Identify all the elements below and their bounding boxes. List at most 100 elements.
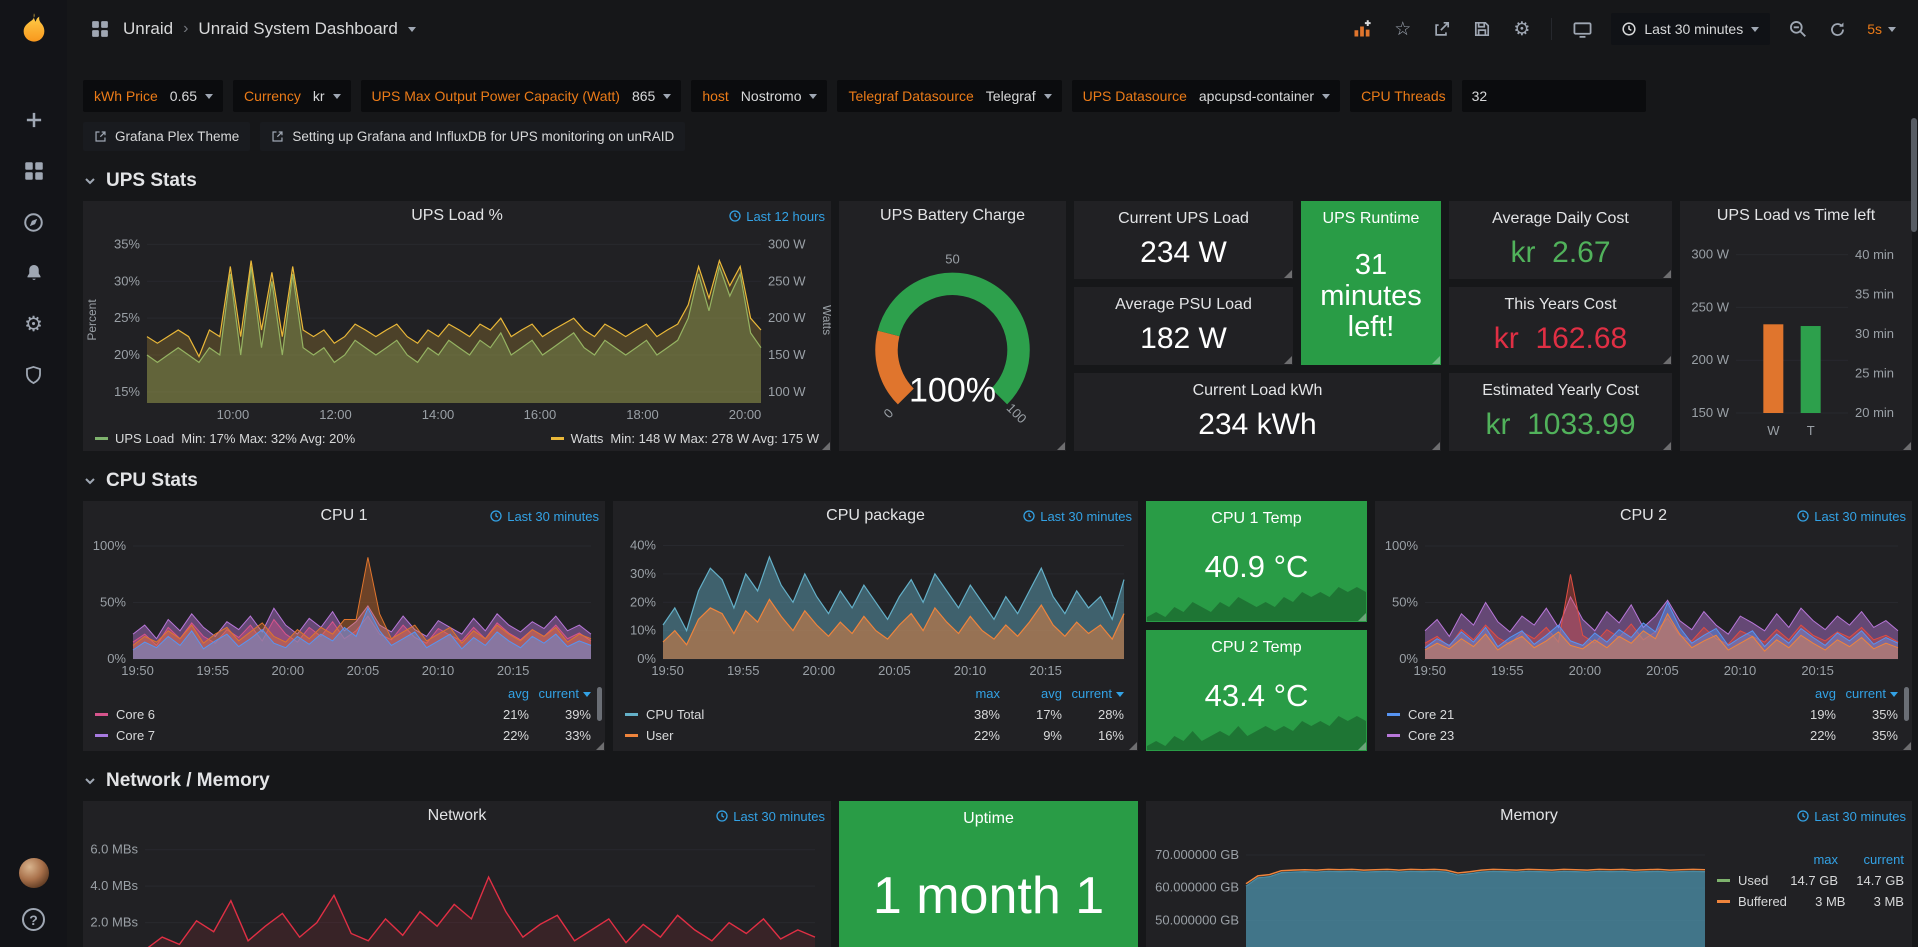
time-range-picker[interactable]: Last 30 minutes bbox=[1611, 13, 1770, 45]
panel-title[interactable]: CPU 2 Temp bbox=[1146, 630, 1367, 657]
section-header-cpu-stats[interactable]: CPU Stats bbox=[83, 470, 198, 492]
chevron-down-icon[interactable] bbox=[408, 27, 416, 36]
dashboard-link-plex-theme[interactable]: Grafana Plex Theme bbox=[83, 122, 250, 151]
ups-load-chart[interactable]: 15%20%25%30%35%100 W150 W200 W250 W300 W… bbox=[83, 231, 831, 425]
variable-ups-max-output[interactable]: UPS Max Output Power Capacity (Watt) 865 bbox=[361, 80, 682, 112]
panel-title[interactable]: CPU 1 Temp bbox=[1146, 501, 1367, 528]
configuration-gear-icon[interactable]: ⚙ bbox=[22, 312, 46, 336]
panel-time-range[interactable]: Last 30 minutes bbox=[490, 501, 599, 531]
legend-header[interactable]: avg bbox=[467, 686, 529, 701]
panel-title[interactable]: Estimated Yearly Cost bbox=[1449, 373, 1672, 400]
legend-header[interactable]: avg bbox=[1774, 686, 1836, 701]
add-panel-icon[interactable] bbox=[1343, 12, 1381, 46]
panel-resize-handle[interactable] bbox=[1358, 742, 1366, 750]
dashboards-icon[interactable] bbox=[22, 159, 46, 183]
cpu-2-chart[interactable]: 0%50%100%19:5019:5520:0020:0520:1020:15 bbox=[1375, 531, 1912, 681]
panel-resize-handle[interactable] bbox=[1284, 356, 1292, 364]
panel-title[interactable]: UPS Runtime bbox=[1301, 201, 1441, 228]
help-icon[interactable] bbox=[22, 908, 45, 931]
panel-resize-handle[interactable] bbox=[1129, 742, 1137, 750]
panel-time-range[interactable]: Last 30 minutes bbox=[716, 801, 825, 831]
panel-resize-handle[interactable] bbox=[1663, 270, 1671, 278]
legend-header-sorted[interactable]: current bbox=[1062, 686, 1124, 701]
grafana-logo[interactable] bbox=[0, 0, 67, 58]
panel-resize-handle[interactable] bbox=[1432, 356, 1440, 364]
legend-header-sorted[interactable]: current bbox=[529, 686, 591, 701]
legend-scrollbar[interactable] bbox=[597, 687, 602, 721]
panel-title[interactable]: CPU 2 bbox=[1620, 507, 1667, 525]
panel-title[interactable]: CPU package bbox=[826, 507, 925, 525]
refresh-interval-picker[interactable]: 5s bbox=[1859, 13, 1904, 45]
svg-text:20:10: 20:10 bbox=[954, 663, 987, 678]
variable-ups-datasource[interactable]: UPS Datasource apcupsd-container bbox=[1072, 80, 1340, 112]
variable-currency[interactable]: Currency kr bbox=[233, 80, 350, 112]
cpu-1-chart[interactable]: 0%50%100%19:5019:5520:0020:0520:1020:15 bbox=[83, 531, 605, 681]
panel-title[interactable]: Average PSU Load bbox=[1074, 287, 1293, 314]
panel-resize-handle[interactable] bbox=[1284, 270, 1292, 278]
panel-resize-handle[interactable] bbox=[1663, 356, 1671, 364]
zoom-out-icon[interactable] bbox=[1780, 12, 1816, 46]
panel-time-range[interactable]: Last 30 minutes bbox=[1023, 501, 1132, 531]
panel-title[interactable]: Uptime bbox=[839, 801, 1138, 828]
panel-title[interactable]: Average Daily Cost bbox=[1449, 201, 1672, 228]
explore-compass-icon[interactable] bbox=[22, 210, 46, 234]
star-icon[interactable]: ☆ bbox=[1385, 12, 1420, 46]
cpu-1-temp-sparkline bbox=[1147, 583, 1366, 621]
legend-header[interactable]: max bbox=[938, 686, 1000, 701]
cpu-package-chart[interactable]: 0%10%20%30%40%19:5019:5520:0020:0520:102… bbox=[613, 531, 1138, 681]
legend-header[interactable]: max bbox=[1772, 852, 1838, 867]
panel-resize-handle[interactable] bbox=[1903, 442, 1911, 450]
panel-title[interactable]: Current Load kWh bbox=[1074, 373, 1441, 400]
panel-title[interactable]: Memory bbox=[1500, 807, 1558, 825]
variable-telegraf-datasource[interactable]: Telegraf Datasource Telegraf bbox=[837, 80, 1061, 112]
settings-gear-icon[interactable]: ⚙ bbox=[1504, 12, 1539, 46]
dashboard-link-ups-monitoring[interactable]: Setting up Grafana and InfluxDB for UPS … bbox=[260, 122, 685, 151]
svg-text:Percent: Percent bbox=[85, 299, 99, 341]
cpu-threads-input[interactable]: 32 bbox=[1462, 80, 1646, 112]
page-scrollbar[interactable] bbox=[1911, 118, 1917, 232]
panel-resize-handle[interactable] bbox=[1432, 442, 1440, 450]
breadcrumb-app[interactable]: Unraid bbox=[123, 19, 173, 39]
panel-time-range[interactable]: Last 30 minutes bbox=[1797, 501, 1906, 531]
share-icon[interactable] bbox=[1424, 12, 1460, 46]
create-plus-icon[interactable] bbox=[22, 108, 46, 132]
panel-title[interactable]: UPS Load % bbox=[411, 207, 503, 225]
network-chart[interactable]: 2.0 MBs4.0 MBs6.0 MBs bbox=[83, 831, 831, 947]
ups-load-vs-time-bar-chart[interactable]: 150 W200 W250 W300 W20 min25 min30 min35… bbox=[1680, 231, 1912, 451]
panel-resize-handle[interactable] bbox=[596, 742, 604, 750]
legend-item[interactable]: Watts Min: 148 W Max: 278 W Avg: 175 W bbox=[551, 431, 819, 446]
panel-time-range[interactable]: Last 12 hours bbox=[729, 201, 825, 231]
panel-resize-handle[interactable] bbox=[1663, 442, 1671, 450]
section-header-network-memory[interactable]: Network / Memory bbox=[83, 770, 270, 792]
legend-header[interactable]: avg bbox=[1000, 686, 1062, 701]
save-icon[interactable] bbox=[1464, 12, 1500, 46]
panel-time-range[interactable]: Last 30 minutes bbox=[1797, 801, 1906, 831]
alerting-bell-icon[interactable] bbox=[22, 261, 46, 285]
panel-title[interactable]: UPS Load vs Time left bbox=[1717, 207, 1875, 225]
apps-grid-icon[interactable] bbox=[87, 12, 113, 46]
panel-title[interactable]: This Years Cost bbox=[1449, 287, 1672, 314]
server-admin-shield-icon[interactable] bbox=[22, 363, 46, 387]
ups-battery-gauge[interactable]: 050100100% bbox=[839, 231, 1066, 451]
panel-title[interactable]: Current UPS Load bbox=[1074, 201, 1293, 228]
section-header-ups-stats[interactable]: UPS Stats bbox=[83, 170, 197, 192]
panel-resize-handle[interactable] bbox=[1358, 613, 1366, 621]
legend-row: User 22% 9% 16% bbox=[625, 725, 1124, 746]
legend-item[interactable]: UPS Load Min: 17% Max: 32% Avg: 20% bbox=[95, 431, 355, 446]
legend-scrollbar[interactable] bbox=[1904, 687, 1909, 721]
dashboard-title[interactable]: Unraid System Dashboard bbox=[198, 19, 397, 39]
user-avatar[interactable] bbox=[19, 858, 49, 888]
cycle-view-monitor-icon[interactable] bbox=[1564, 12, 1601, 46]
legend-header[interactable]: current bbox=[1838, 852, 1904, 867]
variable-host[interactable]: host Nostromo bbox=[691, 80, 827, 112]
panel-title[interactable]: CPU 1 bbox=[320, 507, 367, 525]
refresh-icon[interactable] bbox=[1820, 12, 1855, 46]
panel-title[interactable]: UPS Battery Charge bbox=[880, 207, 1025, 225]
panel-resize-handle[interactable] bbox=[1057, 442, 1065, 450]
legend-header-sorted[interactable]: current bbox=[1836, 686, 1898, 701]
memory-chart[interactable]: 50.000000 GB60.000000 GB70.000000 GB bbox=[1146, 831, 1717, 947]
panel-title[interactable]: Network bbox=[428, 807, 487, 825]
panel-resize-handle[interactable] bbox=[822, 442, 830, 450]
variable-kwh-price[interactable]: kWh Price 0.65 bbox=[83, 80, 223, 112]
panel-resize-handle[interactable] bbox=[1903, 742, 1911, 750]
